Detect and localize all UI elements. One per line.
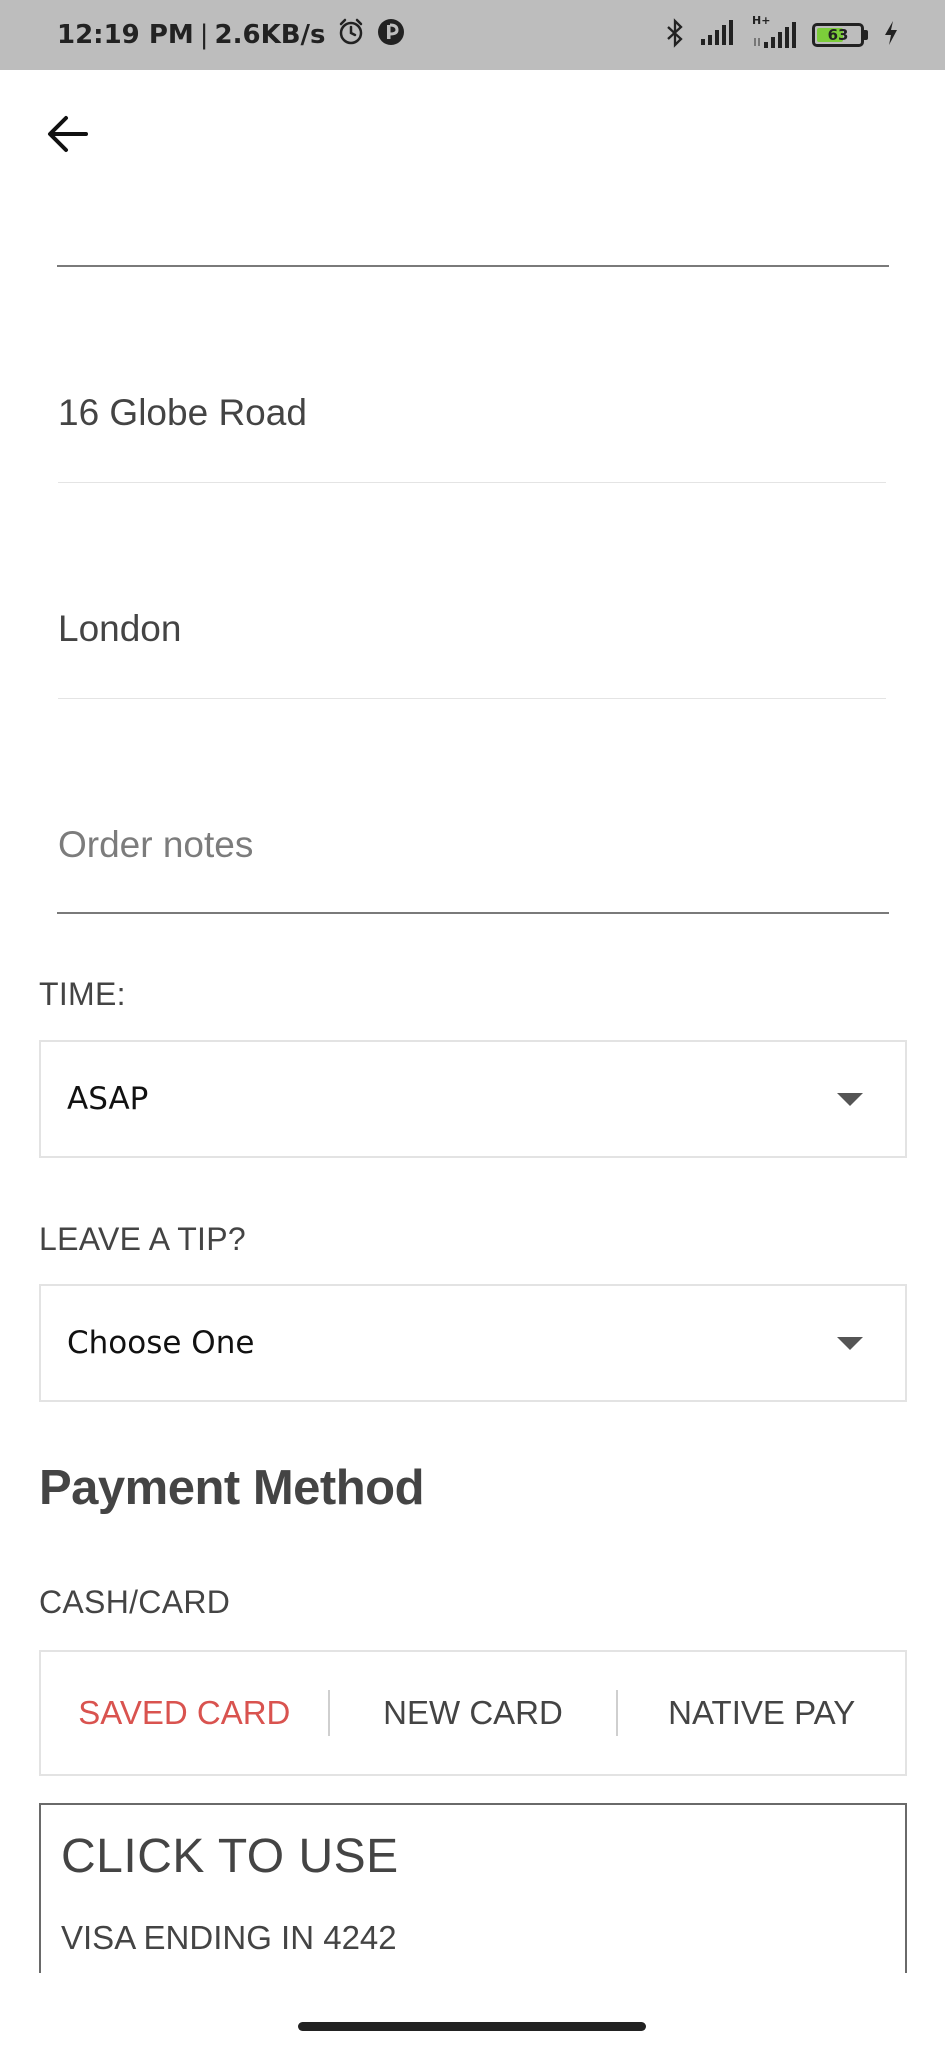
battery-cap: [864, 30, 868, 40]
signal-icon: [700, 19, 736, 52]
caret-down-icon: [837, 1337, 863, 1350]
battery-icon: 63: [812, 23, 868, 47]
time-select-value: ASAP: [67, 1081, 149, 1117]
previous-field-underline: [57, 265, 889, 267]
tip-select[interactable]: Choose One: [39, 1284, 907, 1402]
city-field[interactable]: [58, 594, 886, 664]
status-left: 12:19 PM | 2.6KB/s: [57, 0, 406, 70]
order-notes-underline: [57, 912, 889, 914]
time-select[interactable]: ASAP: [39, 1040, 907, 1158]
saved-card-title: CLICK TO USE: [61, 1830, 399, 1883]
tip-select-value: Choose One: [67, 1325, 255, 1361]
payment-tabs: SAVED CARD NEW CARD NATIVE PAY: [39, 1650, 907, 1776]
saved-card-detail: VISA ENDING IN 4242: [61, 1919, 397, 1956]
bluetooth-icon: [664, 17, 686, 53]
app-notification-icon: [376, 17, 406, 54]
tab-saved-card[interactable]: SAVED CARD: [41, 1690, 328, 1736]
battery-level: 63: [827, 26, 849, 44]
status-separator: |: [199, 20, 209, 50]
network-speed: 2.6KB/s: [214, 20, 326, 50]
signal-hplus-icon: H+: [750, 14, 798, 52]
order-notes-field[interactable]: [58, 810, 886, 880]
payment-subtitle: CASH/CARD: [39, 1584, 231, 1620]
saved-card-option[interactable]: CLICK TO USE VISA ENDING IN 4242: [39, 1803, 907, 1973]
tab-native-pay[interactable]: NATIVE PAY: [618, 1690, 905, 1736]
payment-method-title: Payment Method: [39, 1461, 425, 1515]
address-field-underline: [58, 482, 886, 483]
city-field-underline: [58, 698, 886, 699]
arrow-left-icon: [46, 114, 90, 159]
time-label: TIME:: [39, 976, 126, 1012]
address-field[interactable]: [58, 378, 886, 448]
alarm-icon: [336, 17, 366, 54]
battery-body: 63: [812, 23, 864, 47]
checkout-screen: 12:19 PM | 2.6KB/s H+ 63 16 Globe Road L…: [0, 0, 945, 2048]
status-bar: 12:19 PM | 2.6KB/s H+ 63: [0, 0, 945, 70]
tab-new-card[interactable]: NEW CARD: [330, 1690, 617, 1736]
caret-down-icon: [837, 1093, 863, 1106]
status-right: H+ 63: [664, 0, 900, 70]
back-button[interactable]: [40, 108, 96, 164]
status-time: 12:19 PM: [57, 20, 194, 50]
charging-icon: [882, 19, 900, 52]
home-indicator[interactable]: [298, 2022, 646, 2031]
tip-label: LEAVE A TIP?: [39, 1221, 246, 1257]
